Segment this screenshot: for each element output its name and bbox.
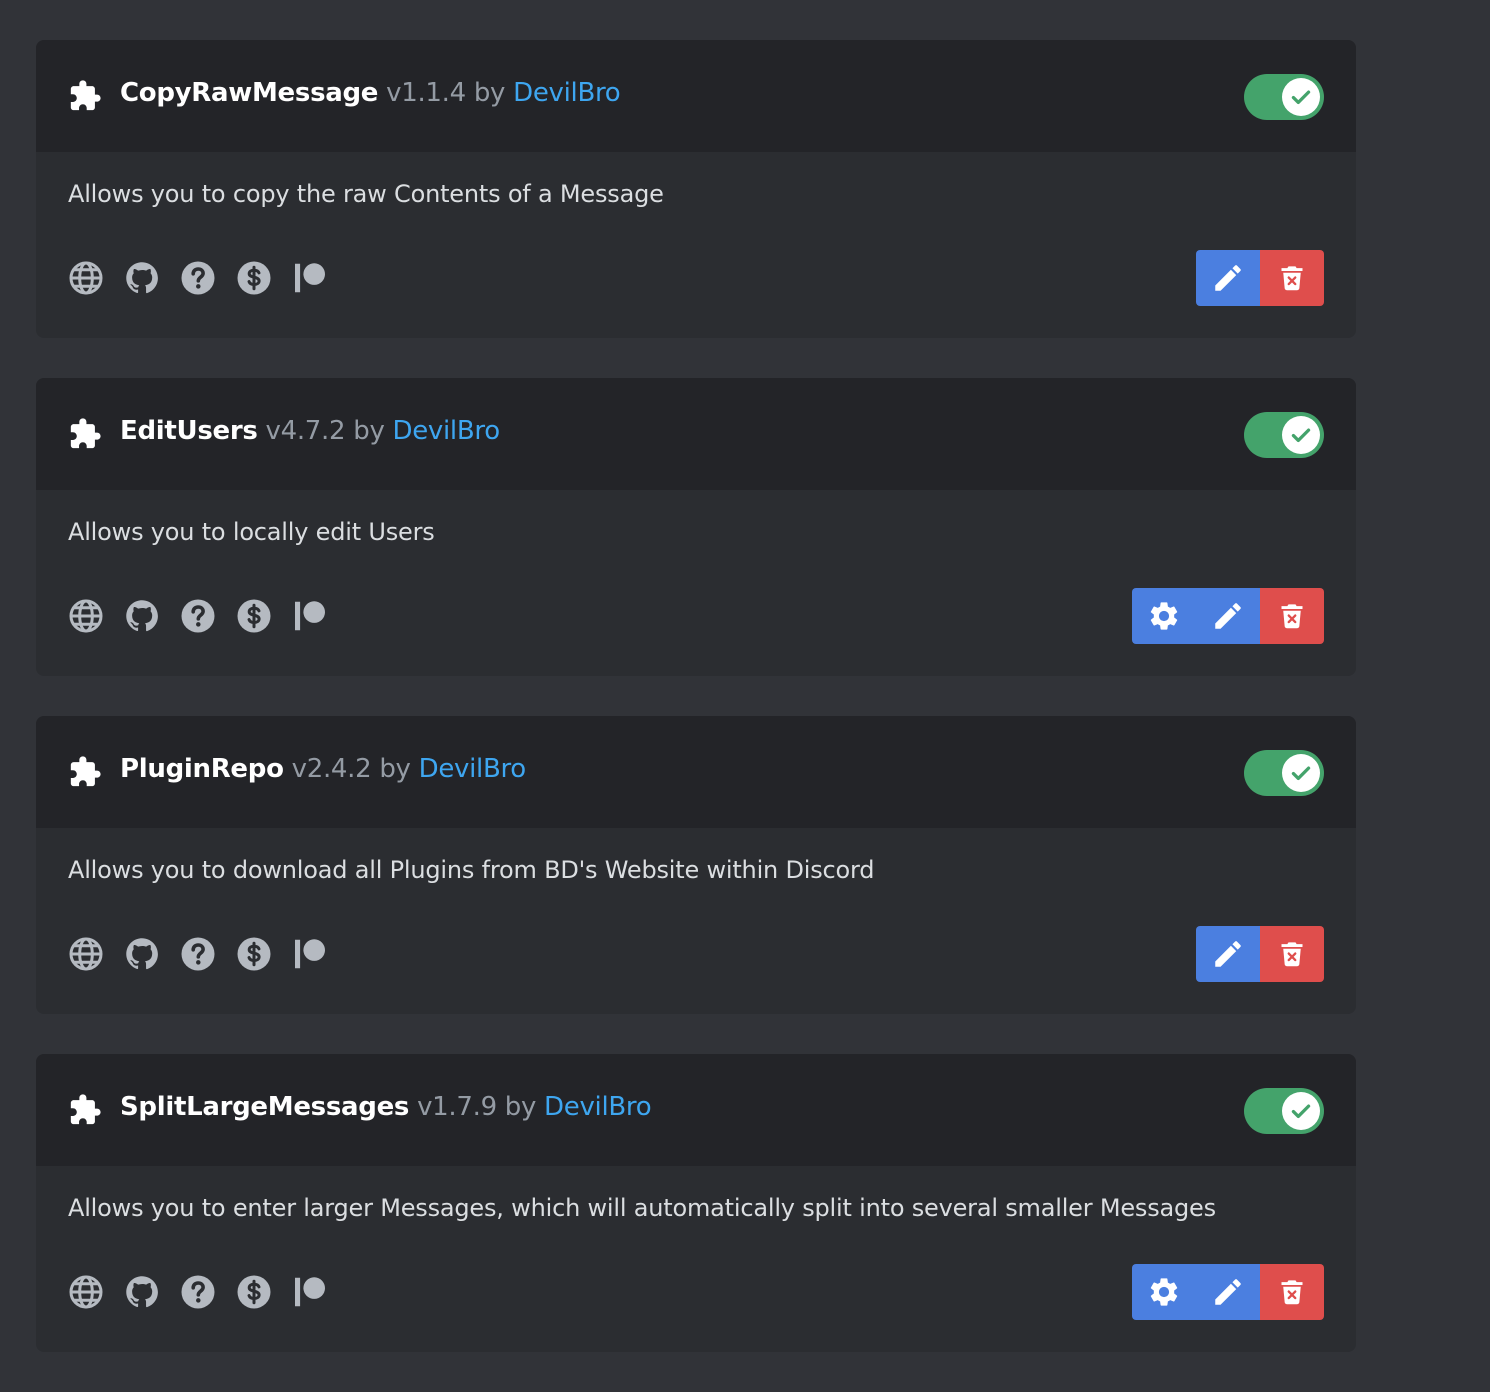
plugin-by-label: by xyxy=(504,1092,537,1122)
plugin-card-header: SplitLargeMessages v1.7.9 by DevilBro xyxy=(36,1054,1356,1166)
github-icon[interactable] xyxy=(124,936,160,972)
plugin-description: Allows you to locally edit Users xyxy=(68,518,435,546)
pencil-icon xyxy=(1215,265,1241,291)
plugin-actions xyxy=(1132,1264,1324,1320)
github-icon[interactable] xyxy=(124,598,160,634)
plugin-name: CopyRawMessage xyxy=(120,78,379,108)
check-icon xyxy=(1291,90,1311,105)
donate-icon[interactable] xyxy=(236,260,272,296)
toggle-knob xyxy=(1282,78,1320,116)
plugin-version: v2.4.2 xyxy=(291,754,372,784)
globe-icon[interactable] xyxy=(68,598,104,634)
edit-button[interactable] xyxy=(1196,926,1260,982)
plugin-description: Allows you to download all Plugins from … xyxy=(68,856,875,884)
delete-button[interactable] xyxy=(1260,588,1324,644)
plugin-version: v4.7.2 xyxy=(265,416,346,446)
plugin-title: SplitLargeMessages v1.7.9 by DevilBro xyxy=(120,1092,652,1122)
trash-icon xyxy=(1281,1280,1303,1305)
trash-icon xyxy=(1281,604,1303,629)
github-icon[interactable] xyxy=(124,260,160,296)
plugin-actions xyxy=(1132,588,1324,644)
puzzle-icon xyxy=(70,80,101,111)
delete-button[interactable] xyxy=(1260,1264,1324,1320)
plugin-card-header: EditUsers v4.7.2 by DevilBro xyxy=(36,378,1356,490)
plugin-card: CopyRawMessage v1.1.4 by DevilBro Allows… xyxy=(36,40,1356,338)
plugin-author-link[interactable]: DevilBro xyxy=(513,78,621,108)
pencil-icon xyxy=(1215,1279,1241,1305)
pencil-icon xyxy=(1215,941,1241,967)
pencil-icon xyxy=(1215,603,1241,629)
plugin-links xyxy=(68,1274,328,1310)
plugin-name: SplitLargeMessages xyxy=(120,1092,410,1122)
plugin-enable-toggle[interactable] xyxy=(1244,750,1324,796)
plugin-card: PluginRepo v2.4.2 by DevilBro Allows you… xyxy=(36,716,1356,1014)
help-icon[interactable] xyxy=(180,598,216,634)
plugin-description: Allows you to copy the raw Contents of a… xyxy=(68,180,664,208)
plugin-title: PluginRepo v2.4.2 by DevilBro xyxy=(120,754,526,784)
trash-icon xyxy=(1281,266,1303,291)
globe-icon[interactable] xyxy=(68,936,104,972)
toggle-knob xyxy=(1282,754,1320,792)
plugin-name: EditUsers xyxy=(120,416,258,446)
check-icon xyxy=(1291,766,1311,781)
plugin-title: CopyRawMessage v1.1.4 by DevilBro xyxy=(120,78,621,108)
plugin-by-label: by xyxy=(379,754,411,784)
edit-button[interactable] xyxy=(1196,588,1260,644)
delete-button[interactable] xyxy=(1260,926,1324,982)
gear-icon xyxy=(1150,602,1178,630)
puzzle-icon xyxy=(70,418,101,449)
patreon-icon[interactable] xyxy=(292,598,328,634)
plugin-card-header: CopyRawMessage v1.1.4 by DevilBro xyxy=(36,40,1356,152)
settings-button[interactable] xyxy=(1132,1264,1196,1320)
donate-icon[interactable] xyxy=(236,1274,272,1310)
donate-icon[interactable] xyxy=(236,936,272,972)
toggle-knob xyxy=(1282,416,1320,454)
plugin-card: SplitLargeMessages v1.7.9 by DevilBro Al… xyxy=(36,1054,1356,1352)
gear-icon xyxy=(1150,1278,1178,1306)
plugin-actions xyxy=(1196,250,1324,306)
plugin-version: v1.7.9 xyxy=(417,1092,497,1122)
plugin-list: CopyRawMessage v1.1.4 by DevilBro Allows… xyxy=(36,40,1356,1392)
edit-button[interactable] xyxy=(1196,1264,1260,1320)
check-icon xyxy=(1291,1104,1311,1119)
plugin-links xyxy=(68,260,328,296)
plugin-author-link[interactable]: DevilBro xyxy=(419,754,527,784)
puzzle-icon xyxy=(70,1094,101,1125)
patreon-icon[interactable] xyxy=(292,260,328,296)
trash-icon xyxy=(1281,942,1303,967)
plugin-version: v1.1.4 xyxy=(386,78,466,108)
globe-icon[interactable] xyxy=(68,260,104,296)
plugin-author-link[interactable]: DevilBro xyxy=(544,1092,652,1122)
help-icon[interactable] xyxy=(180,260,216,296)
plugin-enable-toggle[interactable] xyxy=(1244,74,1324,120)
settings-button[interactable] xyxy=(1132,588,1196,644)
plugin-card: EditUsers v4.7.2 by DevilBro Allows you … xyxy=(36,378,1356,676)
puzzle-icon xyxy=(70,756,101,787)
toggle-knob xyxy=(1282,1092,1320,1130)
check-icon xyxy=(1291,428,1311,443)
plugin-by-label: by xyxy=(473,78,506,108)
help-icon[interactable] xyxy=(180,1274,216,1310)
plugin-name: PluginRepo xyxy=(120,754,284,784)
github-icon[interactable] xyxy=(124,1274,160,1310)
plugin-card-header: PluginRepo v2.4.2 by DevilBro xyxy=(36,716,1356,828)
plugin-links xyxy=(68,598,328,634)
patreon-icon[interactable] xyxy=(292,936,328,972)
plugin-links xyxy=(68,936,328,972)
donate-icon[interactable] xyxy=(236,598,272,634)
plugin-enable-toggle[interactable] xyxy=(1244,1088,1324,1134)
globe-icon[interactable] xyxy=(68,1274,104,1310)
plugin-description: Allows you to enter larger Messages, whi… xyxy=(68,1194,1216,1222)
plugin-title: EditUsers v4.7.2 by DevilBro xyxy=(120,416,500,446)
plugin-enable-toggle[interactable] xyxy=(1244,412,1324,458)
edit-button[interactable] xyxy=(1196,250,1260,306)
patreon-icon[interactable] xyxy=(292,1274,328,1310)
help-icon[interactable] xyxy=(180,936,216,972)
delete-button[interactable] xyxy=(1260,250,1324,306)
plugin-actions xyxy=(1196,926,1324,982)
plugin-by-label: by xyxy=(353,416,385,446)
plugin-author-link[interactable]: DevilBro xyxy=(393,416,501,446)
